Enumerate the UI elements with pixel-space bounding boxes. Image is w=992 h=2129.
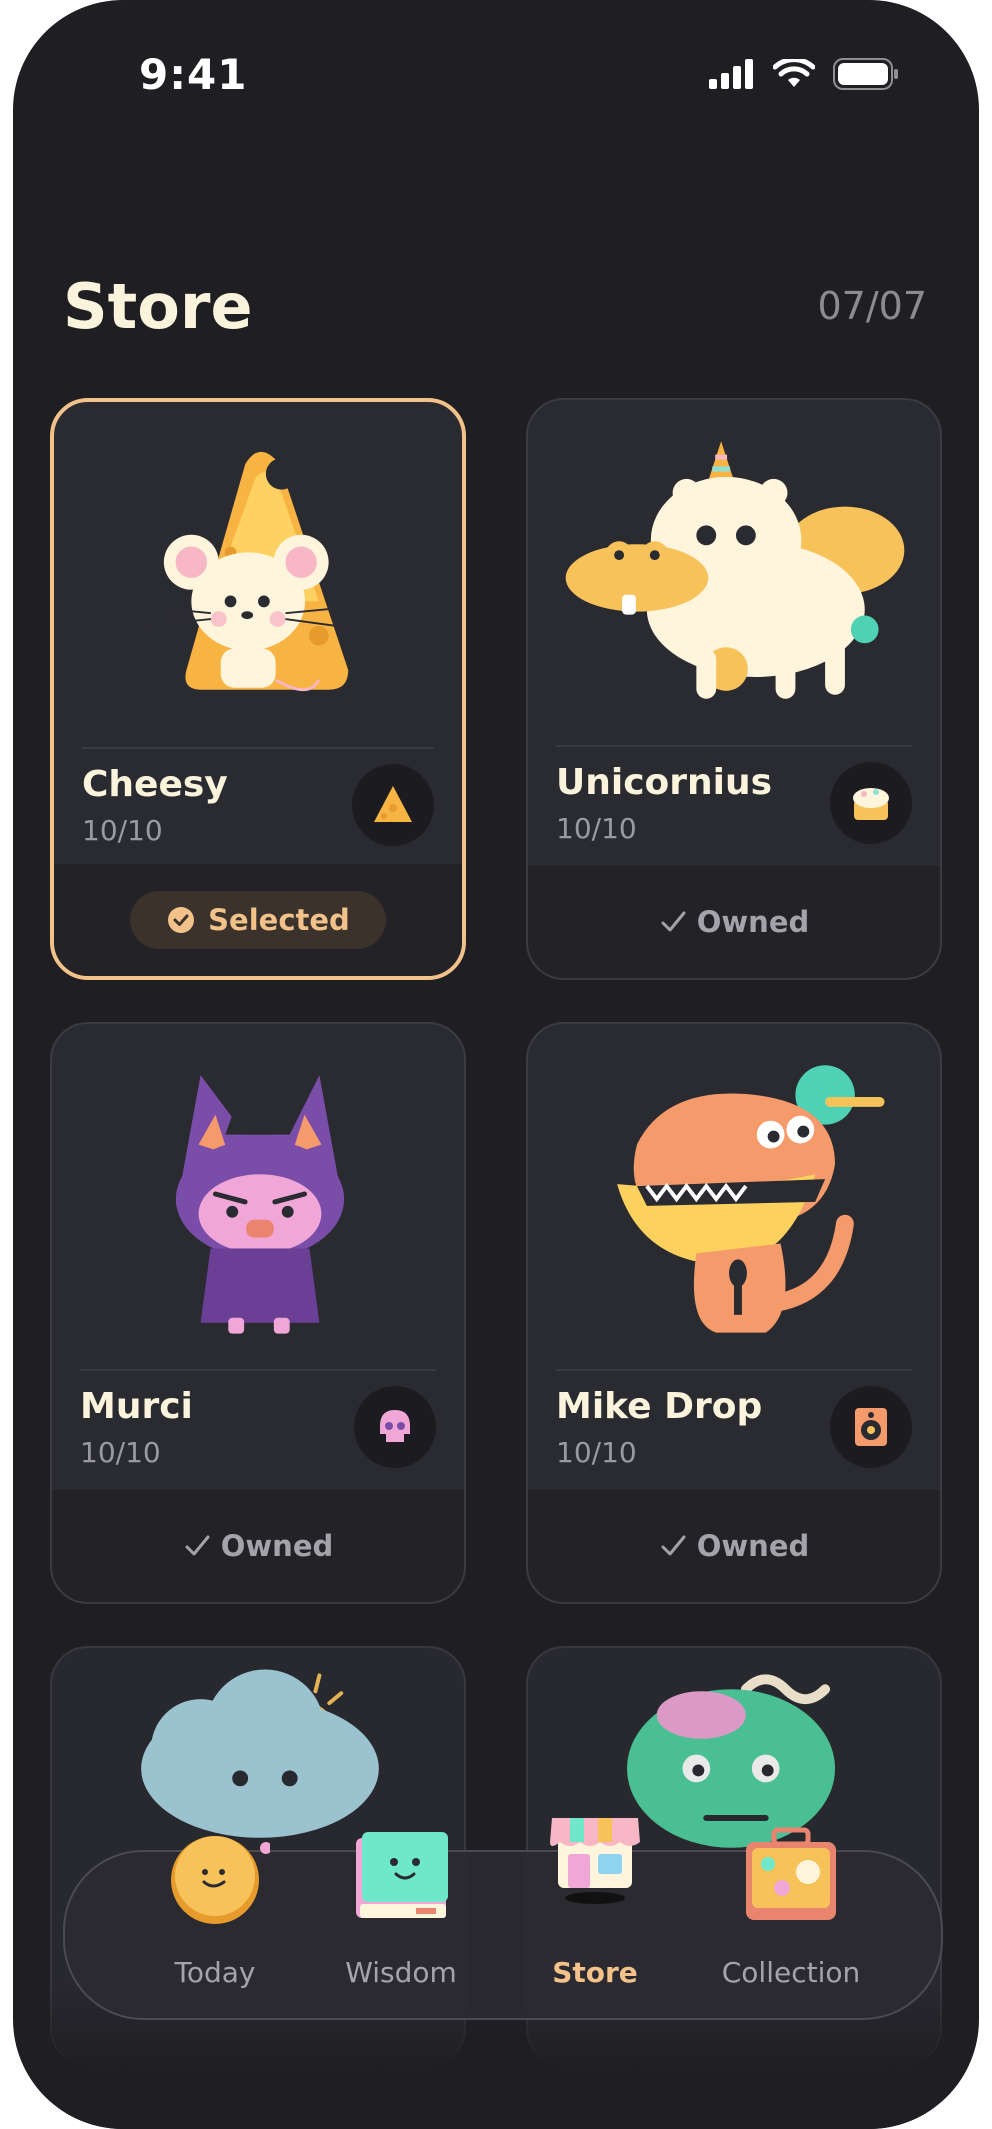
nav-item-store[interactable]: Store [495,1818,695,2018]
signal-icon [709,59,753,89]
storefront-icon [550,1818,640,1904]
nav-item-wisdom[interactable]: Wisdom [301,1832,501,2018]
character-card-murci[interactable]: Murci 10/10 Owned [50,1022,466,1604]
phone-frame: 9:41 Store 07/07 Cheesy 10/10 Selected U… [13,0,979,2129]
nav-label-store: Store [552,1956,638,1989]
cake-badge [830,762,912,844]
checkmark-icon [185,1535,210,1556]
status-icons [709,58,899,90]
character-progress: 10/10 [80,1436,161,1469]
cheesy-mouse-illustration [142,451,359,692]
character-name: Murci [80,1386,193,1427]
checkmark-icon [661,911,686,932]
book-icon [356,1832,448,1918]
cheese-badge [352,764,434,846]
owned-status: Owned [659,1529,810,1563]
character-progress: 10/10 [82,814,163,847]
sun-medallion-icon [171,1836,270,1924]
card-footer: Selected [54,864,462,976]
status-label: Owned [696,1529,810,1563]
nav-item-today[interactable]: Today [115,1836,315,2018]
nav-label-wisdom: Wisdom [345,1956,457,1989]
skull-icon [380,1410,410,1442]
character-name: Cheesy [82,764,228,805]
character-card-cheesy[interactable]: Cheesy 10/10 Selected [50,398,466,980]
mike-drop-dino-illustration [617,1065,885,1333]
speaker-badge [830,1386,912,1468]
card-divider [556,1369,912,1371]
nav-label-collection: Collection [721,1956,861,1989]
card-footer: Owned [528,866,940,978]
battery-icon [833,58,898,90]
character-card-mike-drop[interactable]: Mike Drop 10/10 Owned [526,1022,942,1604]
status-label: Owned [696,905,810,939]
check-circle-icon [168,907,195,933]
character-name: Unicornius [556,762,773,803]
speaker-icon [855,1408,887,1446]
wifi-icon [773,59,815,87]
cheese-icon [374,786,412,822]
cake-icon [853,788,889,820]
status-label: Selected [208,903,350,937]
skull-badge [354,1386,436,1468]
character-progress: 10/10 [556,1436,637,1469]
card-divider [556,745,912,747]
nav-item-collection[interactable]: Collection [691,1827,891,2018]
murci-bat-illustration [175,1065,345,1334]
bottom-nav: Today Wisdom Store Collection [63,1818,943,2020]
selected-badge[interactable]: Selected [130,891,386,949]
card-footer: Owned [528,1490,940,1602]
suitcase-icon [746,1827,836,1920]
owned-status: Owned [659,905,810,939]
character-progress: 10/10 [556,812,637,845]
collection-count: 07/07 [817,284,927,328]
character-name: Mike Drop [556,1386,763,1427]
card-divider [82,747,434,749]
page-title: Store [63,270,253,343]
card-footer: Owned [52,1490,464,1602]
nav-label-today: Today [174,1956,256,1989]
unicornius-illustration [565,441,905,699]
checkmark-icon [661,1535,686,1556]
character-card-unicornius[interactable]: Unicornius 10/10 Owned [526,398,942,980]
status-label: Owned [220,1529,334,1563]
status-time: 9:41 [139,50,248,99]
owned-status: Owned [183,1529,334,1563]
card-divider [80,1369,436,1371]
status-bar: 9:41 [13,0,979,140]
